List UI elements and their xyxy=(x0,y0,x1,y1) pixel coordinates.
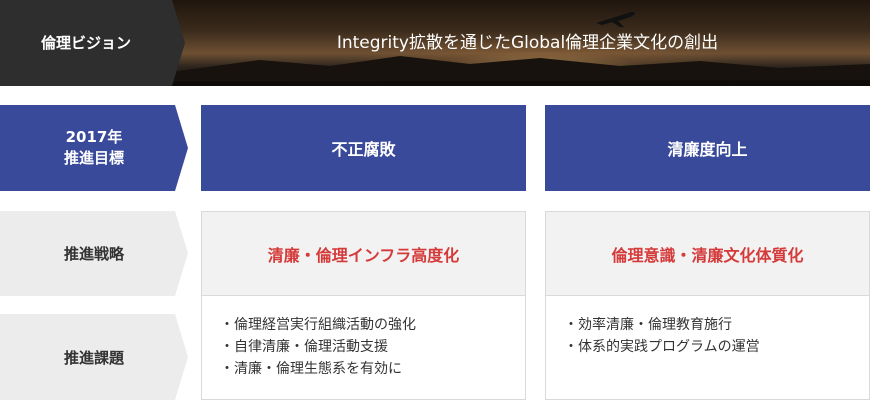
goal-item-2: 清廉度向上 xyxy=(545,105,870,191)
list-item: 自律清廉・倫理活動支援 xyxy=(220,336,416,358)
vision-label: 倫理ビジョン xyxy=(0,0,185,86)
task-label-text: 推進課題 xyxy=(63,348,124,367)
goal-item-1: 不正腐敗 xyxy=(201,105,526,191)
strategy-item-1: 清廉・倫理インフラ高度化 xyxy=(201,211,526,296)
vision-statement: Integrity拡散を通じたGlobal倫理企業文化の創出 xyxy=(336,33,719,53)
strategy-row-label: 推進戦略 xyxy=(0,211,188,296)
task-list-1: 倫理経営実行組織活動の強化 自律清廉・倫理活動支援 清廉・倫理生態系を有効に xyxy=(201,295,526,400)
strategy-label-text: 推進戦略 xyxy=(63,245,124,263)
goal-label-year: 2017年 xyxy=(65,128,123,146)
vision-banner: 倫理ビジョン Integrity拡散を通じたGlobal倫理企業文化の創出 xyxy=(0,0,870,86)
list-item: 体系的実践プログラムの運営 xyxy=(564,336,760,358)
task-row-label: 推進課題 xyxy=(0,314,188,400)
goal-label-title: 推進目標 xyxy=(63,149,124,167)
vision-label-text: 倫理ビジョン xyxy=(40,34,131,52)
list-item: 効率清廉・倫理教育施行 xyxy=(564,314,760,336)
goal-row-label: 2017年 推進目標 xyxy=(0,105,188,191)
strategy-item-2: 倫理意識・清廉文化体質化 xyxy=(545,211,870,296)
list-item: 倫理経営実行組織活動の強化 xyxy=(220,314,416,336)
list-item: 清廉・倫理生態系を有効に xyxy=(220,358,416,380)
task-list-2: 効率清廉・倫理教育施行 体系的実践プログラムの運営 xyxy=(545,295,870,400)
